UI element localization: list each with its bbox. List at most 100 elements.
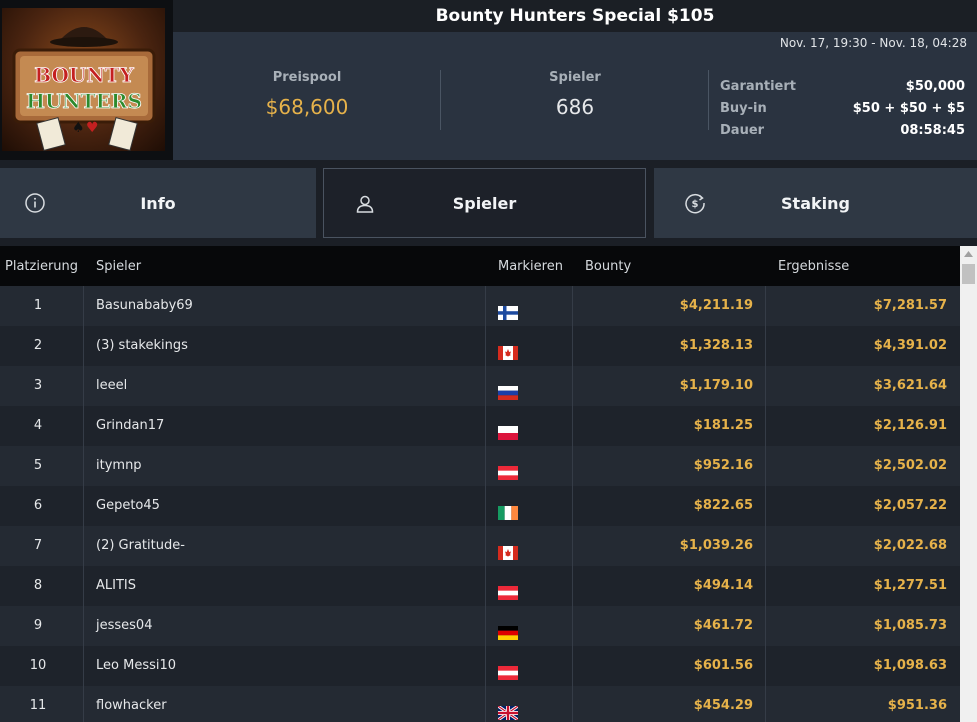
row-rank: 7 — [33, 538, 43, 553]
table-row[interactable]: 4 Grindan17 $181.25 $2,126.91 — [0, 406, 960, 446]
column-divider — [485, 566, 486, 606]
column-divider — [83, 286, 84, 326]
country-flag-icon — [498, 657, 518, 680]
row-bounty: $1,179.10 — [679, 378, 753, 393]
row-bounty: $461.72 — [693, 618, 753, 633]
row-player-name[interactable]: jesses04 — [96, 606, 152, 646]
tab-info-label: Info — [140, 193, 176, 213]
country-flag-icon — [498, 537, 518, 560]
row-player-name[interactable]: Leo Messi10 — [96, 646, 176, 686]
column-divider — [485, 366, 486, 406]
row-result: $951.36 — [887, 698, 947, 713]
row-result: $7,281.57 — [873, 298, 947, 313]
table-row[interactable]: 7 (2) Gratitude- $1,039.26 $2,022.68 — [0, 526, 960, 566]
table-row[interactable]: 10 Leo Messi10 $601.56 $1,098.63 — [0, 646, 960, 686]
table-row[interactable]: 2 (3) stakekings $1,328.13 $4,391.02 — [0, 326, 960, 366]
country-flag-icon — [498, 377, 518, 400]
info-icon — [24, 192, 46, 214]
column-divider — [485, 326, 486, 366]
header-results[interactable]: Ergebnisse — [778, 259, 849, 274]
row-player-name[interactable]: leeel — [96, 366, 127, 406]
tournament-details: Garantiert $50,000 Buy-in $50 + $50 + $5… — [720, 76, 965, 142]
bounty-hunters-logo: BOUNTY HUNTERS ♠ ♥ — [2, 8, 165, 151]
row-player-name[interactable]: Grindan17 — [96, 406, 164, 446]
column-divider — [485, 606, 486, 646]
column-divider — [485, 646, 486, 686]
row-player-name[interactable]: ALITIS — [96, 566, 136, 606]
detail-label: Dauer — [720, 123, 765, 138]
row-rank: 4 — [33, 418, 43, 433]
svg-text:BOUNTY: BOUNTY — [34, 63, 134, 87]
players-label: Spieler — [549, 70, 601, 85]
prize-pool-label: Preispool — [272, 70, 342, 85]
dollar-circle-icon: $ — [684, 192, 706, 214]
row-rank: 3 — [33, 378, 43, 393]
row-rank: 6 — [33, 498, 43, 513]
header-bounty[interactable]: Bounty — [585, 259, 631, 274]
table-row[interactable]: 1 Basunababy69 $4,211.19 $7,281.57 — [0, 286, 960, 326]
row-result: $1,098.63 — [873, 658, 947, 673]
header-rank[interactable]: Platzierung — [5, 259, 78, 274]
column-divider — [83, 486, 84, 526]
column-divider — [83, 686, 84, 722]
row-player-name[interactable]: Basunababy69 — [96, 286, 193, 326]
table-row[interactable]: 5 itymnp $952.16 $2,502.02 — [0, 446, 960, 486]
header-mark[interactable]: Markieren — [498, 259, 563, 274]
table-row[interactable]: 9 jesses04 $461.72 $1,085.73 — [0, 606, 960, 646]
scroll-thumb[interactable] — [962, 264, 975, 284]
svg-text:HUNTERS: HUNTERS — [26, 89, 142, 113]
country-flag-icon — [498, 577, 518, 600]
row-bounty: $601.56 — [693, 658, 753, 673]
column-divider — [83, 366, 84, 406]
row-player-name[interactable]: (2) Gratitude- — [96, 526, 185, 566]
row-player-name[interactable]: (3) stakekings — [96, 326, 188, 366]
column-divider — [485, 526, 486, 566]
row-player-name[interactable]: Gepeto45 — [96, 486, 160, 526]
country-flag-icon — [498, 337, 518, 360]
tournament-date-range: Nov. 17, 19:30 - Nov. 18, 04:28 — [779, 36, 967, 50]
column-divider — [485, 406, 486, 446]
tournament-title: Bounty Hunters Special $105 — [435, 6, 715, 26]
table-scrollbar[interactable] — [960, 246, 977, 722]
tournament-page: BOUNTY HUNTERS ♠ ♥ Bounty Hunters Specia… — [0, 0, 977, 722]
detail-value: $50,000 — [905, 79, 965, 94]
svg-text:$: $ — [692, 199, 699, 210]
row-player-name[interactable]: flowhacker — [96, 686, 167, 722]
column-divider — [83, 526, 84, 566]
row-result: $2,057.22 — [873, 498, 947, 513]
row-bounty: $1,039.26 — [679, 538, 753, 553]
row-rank: 5 — [33, 458, 43, 473]
tab-staking[interactable]: $ Staking — [654, 168, 977, 238]
tab-spieler[interactable]: Spieler — [323, 168, 646, 238]
column-divider — [83, 646, 84, 686]
row-rank: 11 — [29, 698, 47, 713]
row-rank: 8 — [33, 578, 43, 593]
country-flag-icon — [498, 497, 518, 520]
row-bounty: $494.14 — [693, 578, 753, 593]
table-row[interactable]: 8 ALITIS $494.14 $1,277.51 — [0, 566, 960, 606]
table-header: Platzierung Spieler Markieren Bounty Erg… — [0, 246, 960, 286]
detail-row-buyin: Buy-in $50 + $50 + $5 — [720, 98, 965, 120]
tab-staking-label: Staking — [781, 193, 850, 213]
row-rank: 9 — [33, 618, 43, 633]
detail-row-guaranteed: Garantiert $50,000 — [720, 76, 965, 98]
tournament-title-bar: Bounty Hunters Special $105 — [173, 0, 977, 32]
country-flag-icon — [498, 297, 518, 320]
tournament-tabs: Info Spieler $ Staking — [0, 160, 977, 246]
header-player[interactable]: Spieler — [96, 259, 141, 274]
country-flag-icon — [497, 697, 519, 722]
column-divider — [83, 326, 84, 366]
row-result: $2,502.02 — [873, 458, 947, 473]
scroll-up-arrow-icon[interactable] — [960, 246, 977, 262]
table-row[interactable]: 6 Gepeto45 $822.65 $2,057.22 — [0, 486, 960, 526]
detail-value: $50 + $50 + $5 — [852, 101, 965, 116]
prize-pool-value: $68,600 — [265, 95, 349, 119]
table-row[interactable]: 11 flowhacker $454.29 $951.36 — [0, 686, 960, 722]
row-rank: 2 — [33, 338, 43, 353]
row-player-name[interactable]: itymnp — [96, 446, 142, 486]
table-row[interactable]: 3 leeel $1,179.10 $3,621.64 — [0, 366, 960, 406]
row-bounty: $1,328.13 — [679, 338, 753, 353]
row-rank: 1 — [33, 298, 43, 313]
tab-info[interactable]: Info — [0, 168, 316, 238]
tab-spieler-label: Spieler — [452, 193, 517, 213]
